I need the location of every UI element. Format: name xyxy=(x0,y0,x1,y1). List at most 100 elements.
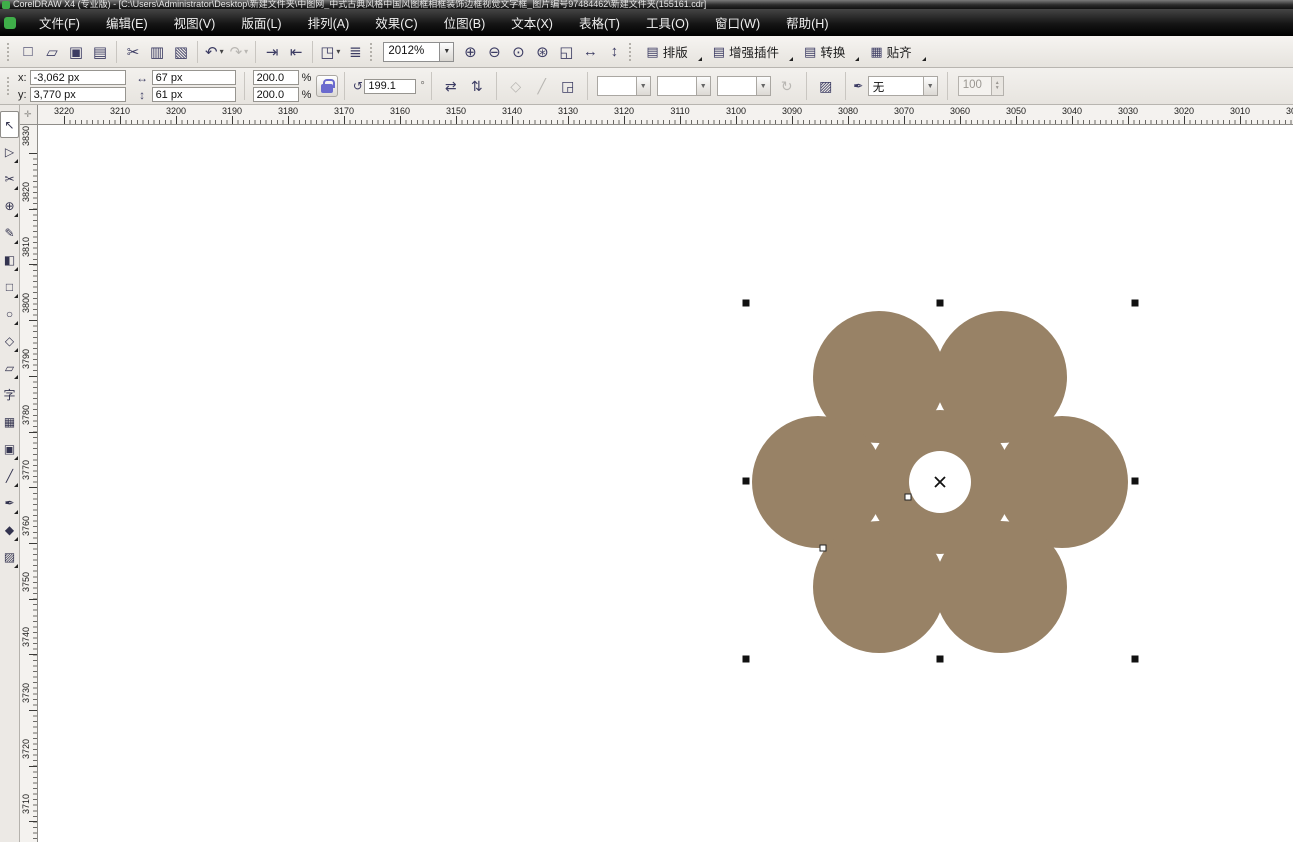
flyout-corner-icon xyxy=(14,483,18,487)
interactive-fill-tool[interactable]: ▨ xyxy=(0,543,19,570)
zoom-width-button[interactable]: ↔ xyxy=(578,40,602,64)
snap-button[interactable]: ▦贴齐 xyxy=(862,40,919,64)
scale-y-input[interactable] xyxy=(253,87,299,102)
copy-button[interactable]: ▥ xyxy=(145,40,169,64)
menu-item-window[interactable]: 窗口(W) xyxy=(702,13,773,35)
menu-item-file[interactable]: 文件(F) xyxy=(26,13,93,35)
open-button[interactable]: ▱ xyxy=(40,40,64,64)
crop-knife-icon: ✂ xyxy=(4,172,14,186)
menu-item-view[interactable]: 视图(V) xyxy=(161,13,229,35)
curve-smoothness-button[interactable]: ◇ xyxy=(504,74,528,98)
rotation-angle-input[interactable] xyxy=(364,79,416,94)
import-button[interactable]: ⇥ xyxy=(260,40,284,64)
ruler-major-tick xyxy=(1184,116,1185,124)
freehand-tool[interactable]: ✎ xyxy=(0,219,19,246)
smart-fill-tool[interactable]: ◧ xyxy=(0,246,19,273)
menu-item-arrange[interactable]: 排列(A) xyxy=(295,13,363,35)
undo-button[interactable]: ↶▾ xyxy=(202,40,227,64)
vertical-ruler[interactable]: 3830382038103800379037803770376037503740… xyxy=(20,125,38,842)
export-button[interactable]: ⇤ xyxy=(284,40,308,64)
fill-tool[interactable]: ◆ xyxy=(0,516,19,543)
outline-tool[interactable]: ✒ xyxy=(0,489,19,516)
print-button[interactable]: ▤ xyxy=(88,40,112,64)
scale-x-input[interactable] xyxy=(253,70,299,85)
zoom-page-button[interactable]: ◱ xyxy=(554,40,578,64)
eyedropper-tool[interactable]: ╱ xyxy=(0,462,19,489)
lock-ratio-button[interactable] xyxy=(316,75,338,97)
wrap-offset-spinner[interactable]: 100 ▲▼ xyxy=(958,76,1004,96)
menu-item-text[interactable]: 文本(X) xyxy=(498,13,566,35)
redo-button[interactable]: ↷▾ xyxy=(227,40,252,64)
paste-button[interactable]: ▧ xyxy=(169,40,193,64)
object-height-input[interactable] xyxy=(152,87,236,102)
save-button[interactable]: ▣ xyxy=(64,40,88,64)
mirror-vertical-button[interactable]: ⇅ xyxy=(465,74,489,98)
zoom-height-button[interactable]: ↕ xyxy=(602,40,626,64)
chevron-down-icon[interactable]: ▾ xyxy=(336,47,340,56)
new-button[interactable]: □ xyxy=(16,40,40,64)
chevron-down-icon[interactable]: ▾ xyxy=(244,47,248,56)
mirror-horizontal-button[interactable]: ⇄ xyxy=(439,74,463,98)
table-tool[interactable]: ▦ xyxy=(0,408,19,435)
menu-item-table[interactable]: 表格(T) xyxy=(566,13,633,35)
ruler-origin-corner[interactable]: ✛ xyxy=(20,105,38,125)
end-arrowhead-select[interactable]: ▼ xyxy=(717,76,771,96)
text-tool[interactable]: 字 xyxy=(0,381,19,408)
menu-item-help[interactable]: 帮助(H) xyxy=(773,13,841,35)
pick-tool[interactable]: ↖ xyxy=(0,111,19,138)
outline-width-select[interactable]: 无 ▼ xyxy=(868,76,938,96)
horizontal-ruler[interactable]: 3220321032003190318031703160315031403130… xyxy=(38,105,1293,125)
start-arrowhead-select[interactable]: ▼ xyxy=(597,76,651,96)
app-launcher-button[interactable]: ◳▾ xyxy=(317,40,343,64)
toolbar-grip[interactable] xyxy=(629,43,633,61)
chevron-down-icon[interactable]: ▾ xyxy=(220,47,224,56)
ruler-major-tick xyxy=(680,116,681,124)
options-button[interactable]: ≣ xyxy=(343,40,367,64)
ruler-tick-label: 3760 xyxy=(21,511,31,541)
ellipse-tool[interactable]: ○ xyxy=(0,300,19,327)
zoom-selected-button[interactable]: ⊙ xyxy=(506,40,530,64)
scale-stretch-button[interactable]: ◲ xyxy=(556,74,580,98)
zoom-all-button[interactable]: ⊛ xyxy=(530,40,554,64)
ruler-major-tick xyxy=(29,264,37,265)
blend-tool[interactable]: ▣ xyxy=(0,435,19,462)
x-position-input[interactable] xyxy=(30,70,126,85)
app-logo-icon xyxy=(2,1,10,9)
convert-button[interactable]: ▤转换 xyxy=(796,40,853,64)
menu-item-effects[interactable]: 效果(C) xyxy=(362,13,430,35)
menu-item-edit[interactable]: 编辑(E) xyxy=(93,13,161,35)
curve-node-marker[interactable] xyxy=(905,494,911,500)
zoom-level-value[interactable]: 2012% xyxy=(383,42,439,62)
toolbar-grip[interactable] xyxy=(7,77,11,95)
zoom-level-combo[interactable]: 2012%▼ xyxy=(383,42,454,62)
menu-item-tools[interactable]: 工具(O) xyxy=(633,13,702,35)
button-label: 增强插件 xyxy=(729,42,779,61)
object-width-input[interactable] xyxy=(152,70,236,85)
y-position-input[interactable] xyxy=(30,87,126,102)
chevron-down-icon[interactable]: ▼ xyxy=(439,42,454,62)
toolbar-grip[interactable] xyxy=(370,43,374,61)
zoom-tool[interactable]: ⊕ xyxy=(0,192,19,219)
flyout-corner-icon xyxy=(14,213,18,217)
close-curve-button[interactable]: ↻ xyxy=(775,74,799,98)
ruler-tick-label: 3010 xyxy=(1225,106,1255,116)
zoom-out-button[interactable]: ⊖ xyxy=(482,40,506,64)
polygon-tool[interactable]: ◇ xyxy=(0,327,19,354)
shape-tool[interactable]: ▷ xyxy=(0,138,19,165)
plugins-button[interactable]: ▤增强插件 xyxy=(705,40,787,64)
pencil-curve-icon: ✎ xyxy=(4,226,14,240)
convert-to-curve-button[interactable]: ╱ xyxy=(530,74,554,98)
cut-button[interactable]: ✂ xyxy=(121,40,145,64)
wrap-text-button[interactable]: ▨ xyxy=(814,74,838,98)
zoom-in-button[interactable]: ⊕ xyxy=(458,40,482,64)
rectangle-tool[interactable]: □ xyxy=(0,273,19,300)
crop-tool[interactable]: ✂ xyxy=(0,165,19,192)
toolbar-grip[interactable] xyxy=(7,43,11,61)
basic-shapes-tool[interactable]: ▱ xyxy=(0,354,19,381)
menu-item-bitmaps[interactable]: 位图(B) xyxy=(431,13,499,35)
curve-node-marker[interactable] xyxy=(820,545,826,551)
outline-style-select[interactable]: ▼ xyxy=(657,76,711,96)
menu-item-layout[interactable]: 版面(L) xyxy=(228,13,294,35)
typeset-button[interactable]: ▤排版 xyxy=(638,40,695,64)
drawing-canvas[interactable] xyxy=(38,125,1293,842)
